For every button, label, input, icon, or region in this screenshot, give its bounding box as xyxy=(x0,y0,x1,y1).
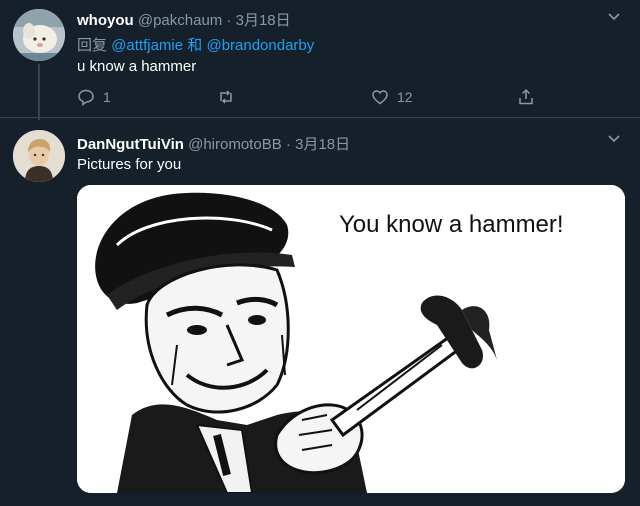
reply-icon xyxy=(78,89,94,106)
image-caption: You know a hammer! xyxy=(339,211,564,238)
tweet-text: u know a hammer xyxy=(77,58,197,75)
reply-count: 1 xyxy=(103,89,111,105)
tweet-date[interactable]: 3月18日 xyxy=(295,136,350,153)
tweet-header: DanNgutTuiVin @hiromotoBB · 3月18日 xyxy=(77,133,350,154)
share-icon xyxy=(519,88,533,105)
mention-link[interactable]: @attfjamie xyxy=(111,37,183,54)
tweet-header: whoyou @pakchaum · 3月18日 xyxy=(77,9,291,30)
reply-join: 和 xyxy=(187,37,203,54)
replying-to: 回复 @attfjamie 和 @brandondarby xyxy=(77,34,314,55)
chevron-down-icon[interactable] xyxy=(606,130,622,146)
reply-prefix: 回复 xyxy=(77,37,108,54)
separator-dot: · xyxy=(285,136,291,153)
display-name[interactable]: DanNgutTuiVin xyxy=(77,136,184,153)
like-button[interactable]: 12 xyxy=(371,88,413,106)
chevron-down-icon[interactable] xyxy=(606,8,622,24)
share-button[interactable] xyxy=(517,88,535,106)
display-name[interactable]: whoyou xyxy=(77,12,134,29)
retweet-button[interactable] xyxy=(217,88,235,106)
user-handle[interactable]: @pakchaum xyxy=(138,12,222,29)
avatar-image xyxy=(13,130,65,182)
tweet-image[interactable]: You know a hammer! xyxy=(77,185,625,493)
tweet-date[interactable]: 3月18日 xyxy=(236,12,291,29)
thread-connector xyxy=(38,64,40,120)
avatar[interactable] xyxy=(13,130,65,182)
avatar-image xyxy=(13,9,65,61)
retweet-icon xyxy=(220,90,232,104)
tweet[interactable]: DanNgutTuiVin @hiromotoBB · 3月18日 Pictur… xyxy=(0,117,640,506)
reply-button[interactable]: 1 xyxy=(77,88,111,106)
mention-link[interactable]: @brandondarby xyxy=(206,37,314,54)
like-icon xyxy=(372,90,388,105)
like-count: 12 xyxy=(397,89,413,105)
separator-dot: · xyxy=(226,12,232,29)
tweet-reply[interactable]: whoyou @pakchaum · 3月18日 回复 @attfjamie 和… xyxy=(0,0,640,120)
tweet-text: Pictures for you xyxy=(77,156,182,173)
avatar[interactable] xyxy=(13,9,65,61)
user-handle[interactable]: @hiromotoBB xyxy=(188,136,282,153)
tweet-actions: 1 12 xyxy=(77,88,547,108)
